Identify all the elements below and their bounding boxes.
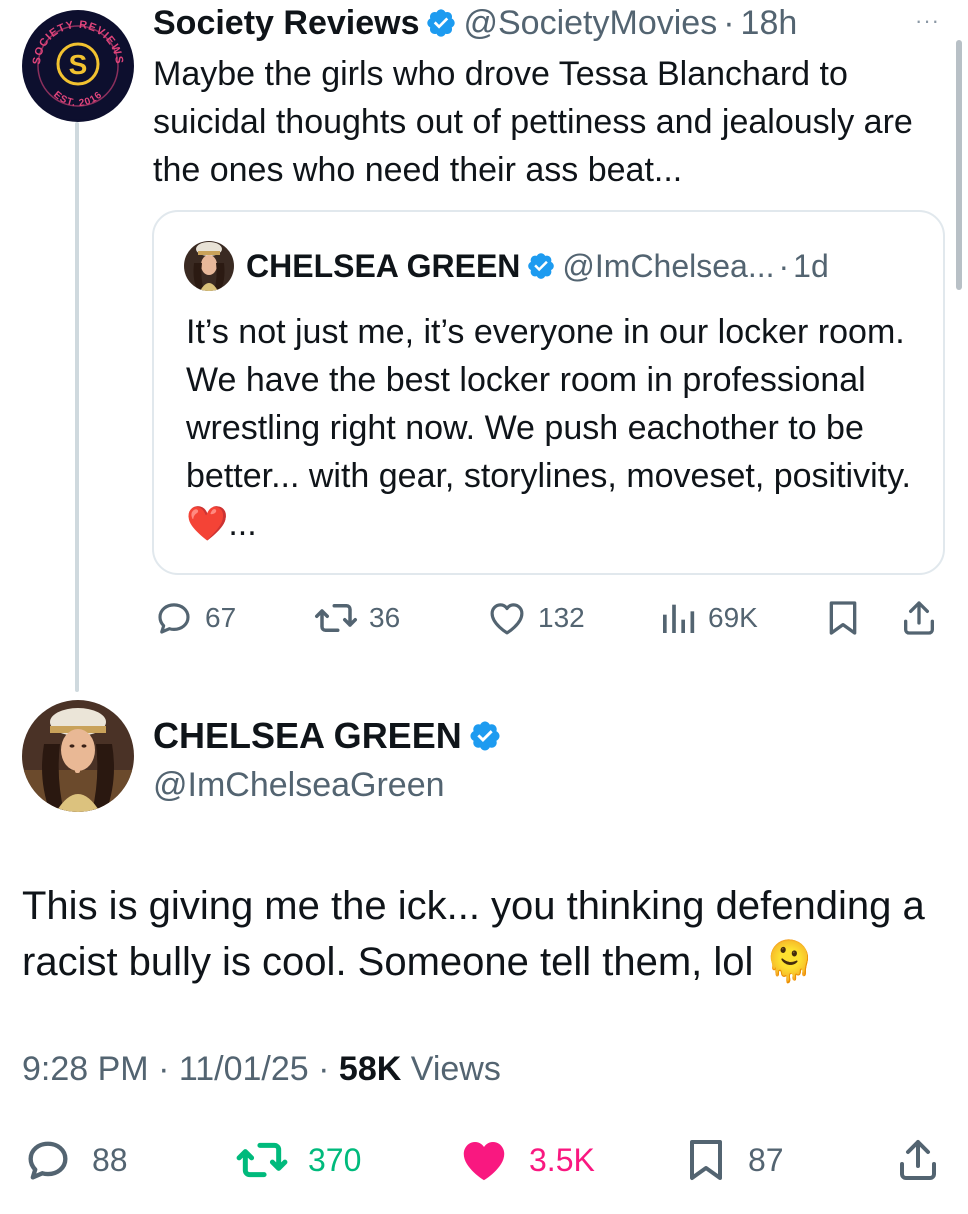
quoted-tweet-time[interactable]: 1d [793, 248, 829, 285]
share-button[interactable] [899, 590, 949, 646]
tweet-time[interactable]: 18h [741, 4, 798, 43]
bookmark-count: 87 [748, 1141, 784, 1178]
tweet-date[interactable]: 11/01/25 [179, 1050, 309, 1088]
repost-icon [236, 1142, 288, 1178]
quoted-tweet-card[interactable]: CHELSEA GREEN @ImChelsea... · 1d It’s no… [152, 210, 945, 575]
views-button[interactable]: 69K [658, 590, 758, 646]
reply-tweet-actions: 88 370 3.5K 87 [22, 1130, 952, 1190]
quoted-tweet-text: It’s not just me, it’s everyone in our l… [186, 313, 912, 543]
reply-author-name[interactable]: CHELSEA GREEN [153, 715, 462, 757]
society-reviews-avatar[interactable]: SOCIETY REVIEWS EST. 2016 S [22, 10, 134, 122]
reply-count: 88 [92, 1141, 128, 1178]
reply-author-handle[interactable]: @ImChelseaGreen [153, 766, 508, 805]
reply-icon [28, 1141, 68, 1180]
verified-icon [528, 253, 555, 279]
bookmark-button[interactable] [823, 590, 873, 646]
verified-icon [470, 721, 500, 751]
reply-button[interactable]: 88 [22, 1130, 128, 1190]
scrollbar[interactable] [956, 40, 962, 290]
profile-photo [22, 700, 134, 812]
chelsea-green-avatar[interactable] [22, 700, 134, 812]
quoted-tweet-header: CHELSEA GREEN @ImChelsea... · 1d [184, 241, 829, 291]
views-icon [663, 604, 695, 633]
separator-dot: · [318, 1050, 330, 1088]
tweet-metadata: 9:28 PM · 11/01/25 · 58K Views [22, 1050, 501, 1089]
separator-dot: · [723, 3, 735, 42]
repost-button[interactable]: 370 [234, 1130, 361, 1190]
reply-tweet-header: CHELSEA GREEN @ImChelseaGreen [153, 712, 508, 805]
original-tweet-text: Maybe the girls who drove Tessa Blanchar… [153, 55, 913, 189]
repost-count: 370 [308, 1141, 362, 1178]
views-count: 69K [708, 602, 758, 633]
views-count: 58K [338, 1050, 402, 1088]
reply-tweet-text: This is giving me the ick... you thinkin… [22, 884, 925, 984]
like-icon [490, 603, 524, 635]
quoted-author-handle[interactable]: @ImChelsea... [562, 248, 774, 285]
reply-icon [158, 603, 190, 634]
share-icon [904, 601, 934, 635]
more-icon[interactable]: ··· [915, 8, 940, 34]
like-count: 132 [538, 602, 585, 633]
bookmark-icon [829, 601, 857, 635]
original-tweet-header: Society Reviews @SocietyMovies · 18h [153, 0, 797, 46]
share-button[interactable] [894, 1130, 960, 1190]
separator-dot: · [158, 1050, 170, 1088]
thread-connector-line [75, 122, 79, 692]
author-name[interactable]: Society Reviews [153, 4, 419, 43]
share-icon [900, 1140, 936, 1180]
like-icon [463, 1142, 505, 1181]
reply-count: 67 [205, 602, 237, 633]
bookmark-icon [690, 1140, 722, 1180]
verified-icon [427, 9, 456, 37]
like-count: 3.5K [529, 1141, 595, 1178]
author-handle[interactable]: @SocietyMovies [463, 4, 717, 43]
like-button[interactable]: 132 [486, 590, 585, 646]
like-button[interactable]: 3.5K [457, 1130, 595, 1190]
original-tweet-actions: 67 36 132 69K [153, 590, 943, 646]
reply-button[interactable]: 67 [153, 590, 236, 646]
tweet-time[interactable]: 9:28 PM [22, 1050, 149, 1088]
separator-dot: · [778, 247, 790, 284]
avatar-badge-letter: S [69, 49, 88, 80]
repost-button[interactable]: 36 [313, 590, 400, 646]
views-label: Views [410, 1050, 501, 1088]
bookmark-button[interactable]: 87 [682, 1130, 784, 1190]
society-reviews-logo: SOCIETY REVIEWS EST. 2016 S [24, 12, 132, 120]
repost-icon [315, 604, 357, 632]
quoted-author-name[interactable]: CHELSEA GREEN [246, 248, 520, 285]
repost-count: 36 [369, 602, 401, 633]
quoted-author-avatar [184, 241, 234, 291]
